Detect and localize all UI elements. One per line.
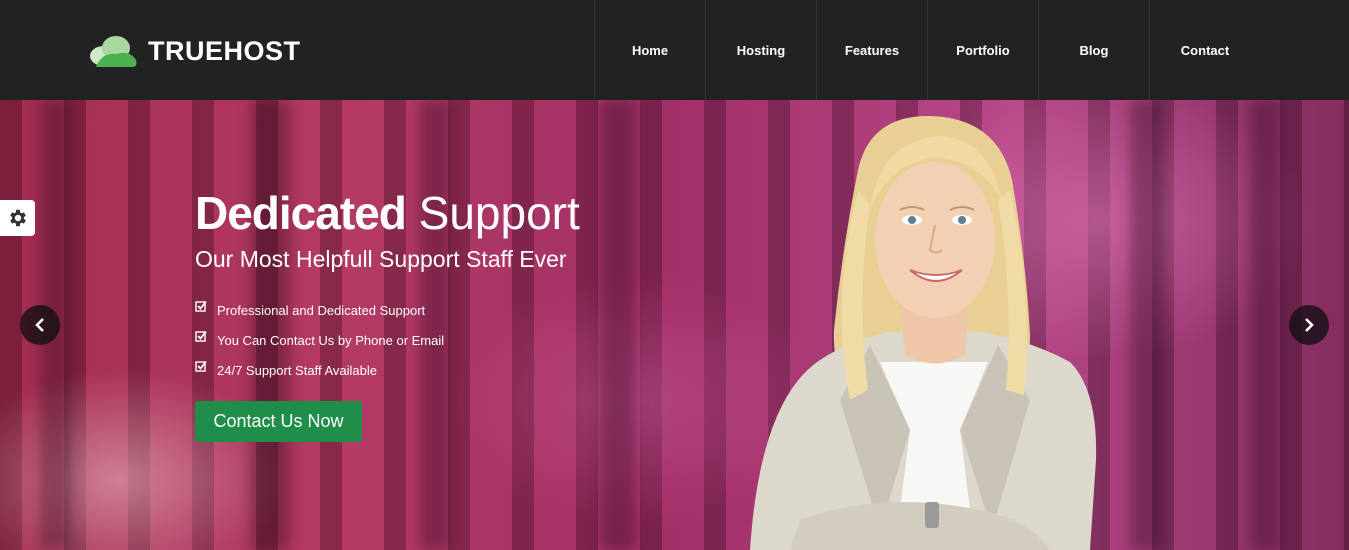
contact-us-button[interactable]: Contact Us Now <box>195 401 362 442</box>
feature-text: 24/7 Support Staff Available <box>217 362 377 378</box>
nav-item-contact[interactable]: Contact <box>1149 0 1260 100</box>
nav-item-home[interactable]: Home <box>594 0 705 100</box>
hero-title-rest: Support <box>405 187 580 239</box>
checkbox-checked-icon <box>195 360 207 372</box>
support-woman-image <box>750 115 1097 550</box>
hero-title-bold: Dedicated <box>195 187 407 239</box>
chevron-right-icon <box>1305 318 1314 332</box>
list-item: 24/7 Support Staff Available <box>195 355 444 385</box>
nav-item-hosting[interactable]: Hosting <box>705 0 816 100</box>
feature-text: You Can Contact Us by Phone or Email <box>217 332 445 348</box>
feature-text: Professional and Dedicated Support <box>217 302 426 318</box>
cloud-icon <box>90 36 137 67</box>
logo[interactable]: TRUEHOST <box>88 33 301 69</box>
checkbox-checked-icon <box>195 330 207 342</box>
hero-slider: Dedicated Support Our Most Helpfull Supp… <box>0 100 1349 550</box>
hero-subtitle: Our Most Helpfull Support Staff Ever <box>195 246 567 272</box>
nav-item-features[interactable]: Features <box>816 0 927 100</box>
next-slide-button[interactable] <box>1289 305 1329 345</box>
nav-item-portfolio[interactable]: Portfolio <box>927 0 1038 100</box>
gear-icon <box>9 209 26 227</box>
site-header: TRUEHOST Home Hosting Features Portfolio… <box>0 0 1349 100</box>
prev-slide-button[interactable] <box>20 305 60 345</box>
list-item: You Can Contact Us by Phone or Email <box>195 325 444 355</box>
list-item: Professional and Dedicated Support <box>195 295 444 325</box>
settings-button[interactable] <box>0 200 35 236</box>
brand-name: TRUEHOST <box>148 35 301 66</box>
main-nav: Home Hosting Features Portfolio Blog Con… <box>594 0 1260 100</box>
feature-list: Professional and Dedicated Support You C… <box>195 295 444 385</box>
checkbox-checked-icon <box>195 300 207 312</box>
chevron-left-icon <box>35 318 44 332</box>
nav-item-blog[interactable]: Blog <box>1038 0 1149 100</box>
hero-title: Dedicated Support <box>195 186 580 240</box>
